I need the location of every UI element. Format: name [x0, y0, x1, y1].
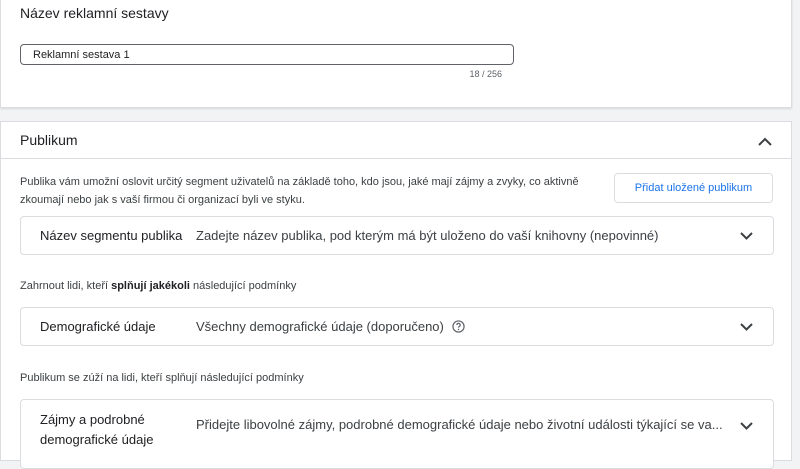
- audience-segment-name-row[interactable]: Název segmentu publika Zadejte název pub…: [20, 216, 774, 255]
- include-conditions-text: Zahrnout lidi, kteří splňují jakékoli ná…: [20, 280, 296, 292]
- chevron-down-icon: [739, 422, 753, 430]
- include-text-bold: splňují jakékoli: [111, 280, 190, 292]
- interests-label: Zájmy a podrobné demografické údaje: [40, 412, 154, 447]
- expand-interests-button[interactable]: [734, 414, 758, 438]
- chevron-down-icon: [739, 323, 753, 331]
- help-circle-icon[interactable]: [452, 320, 465, 333]
- demographics-value-wrap: Všechny demografické údaje (doporučeno): [196, 319, 465, 334]
- segment-name-label: Název segmentu publika: [40, 228, 183, 243]
- ad-group-name-title: Název reklamní sestavy: [20, 5, 169, 21]
- chevron-up-icon: [758, 137, 772, 146]
- include-text-suffix: následující podmínky: [189, 280, 297, 292]
- narrow-conditions-text: Publikum se zúží na lidi, kteří splňují …: [20, 372, 304, 384]
- interests-placeholder: Přidejte libovolné zájmy, podrobné demog…: [196, 417, 723, 432]
- expand-segment-button[interactable]: [734, 224, 758, 248]
- section-divider: [1, 158, 791, 159]
- audience-description: Publika vám umožní oslovit určitý segmen…: [20, 176, 579, 206]
- char-counter: 18 / 256: [469, 69, 502, 79]
- demographics-value: Všechny demografické údaje (doporučeno): [196, 319, 444, 334]
- ad-group-name-input[interactable]: [20, 44, 514, 65]
- collapse-audience-button[interactable]: [753, 129, 777, 153]
- segment-name-placeholder: Zadejte název publika, pod kterým má být…: [196, 228, 659, 243]
- audience-title: Publikum: [20, 132, 78, 148]
- audience-card: Publikum Publika vám umožní oslovit urči…: [0, 121, 792, 469]
- demographics-label: Demografické údaje: [40, 319, 156, 334]
- chevron-down-icon: [739, 232, 753, 240]
- expand-demographics-button[interactable]: [734, 315, 758, 339]
- ad-group-name-card: Název reklamní sestavy 18 / 256: [0, 0, 792, 108]
- interests-row[interactable]: Zájmy a podrobné demografické údaje Přid…: [20, 399, 774, 469]
- include-text-prefix: Zahrnout lidi, kteří: [20, 280, 112, 292]
- demographics-row[interactable]: Demografické údaje Všechny demografické …: [20, 307, 774, 346]
- add-saved-audience-button[interactable]: Přidat uložené publikum: [614, 173, 773, 203]
